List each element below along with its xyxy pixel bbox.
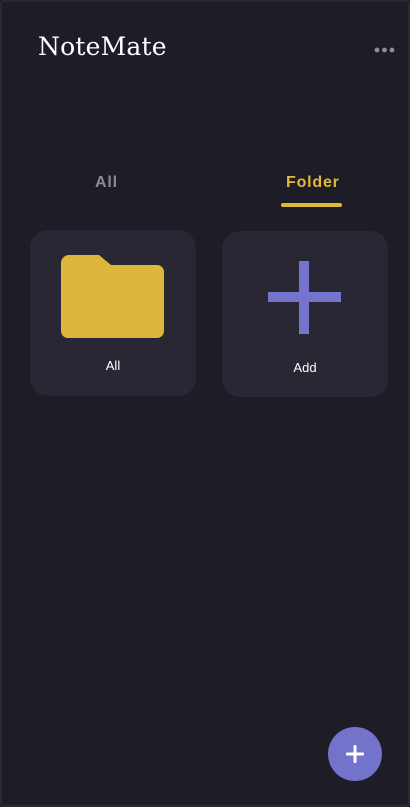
add-folder-card[interactable]: Add: [222, 231, 388, 397]
more-options-button[interactable]: [370, 40, 400, 60]
folder-card-label: All: [105, 358, 121, 373]
add-note-fab-button[interactable]: [328, 727, 382, 781]
tab-folder[interactable]: Folder: [286, 174, 340, 192]
add-folder-label: Add: [293, 360, 317, 375]
plus-icon: [268, 261, 341, 334]
folder-icon: [61, 255, 164, 338]
tab-all[interactable]: All: [95, 174, 118, 192]
plus-icon: [346, 745, 364, 763]
app-frame: NoteMate All Folder All Add: [0, 0, 410, 807]
more-horizontal-icon: [374, 47, 395, 53]
active-tab-indicator: [281, 203, 342, 207]
folder-card-all[interactable]: All: [30, 230, 196, 396]
app-title: NoteMate: [38, 32, 167, 61]
